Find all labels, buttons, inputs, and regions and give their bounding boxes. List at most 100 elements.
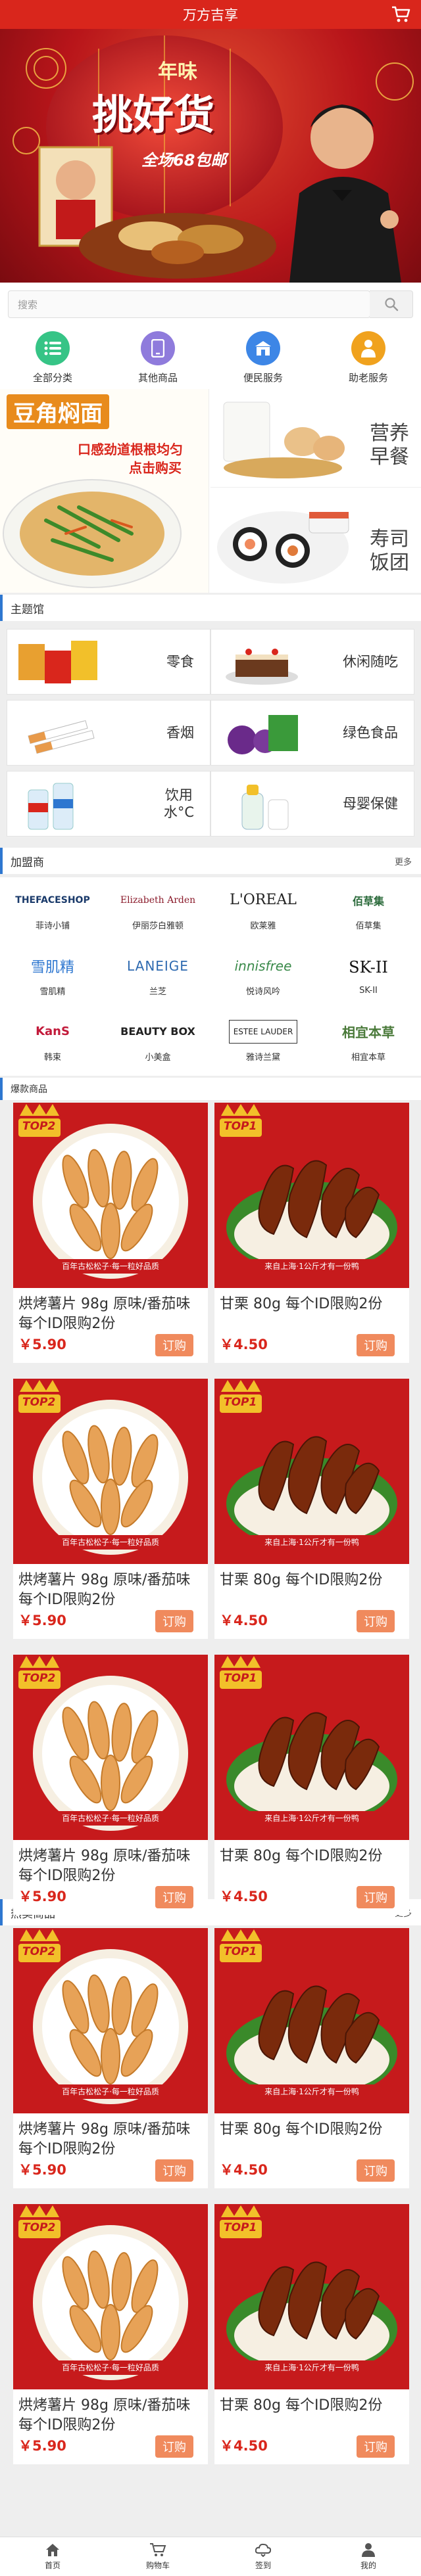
brand-name: 雪肌精 bbox=[39, 986, 66, 997]
product-price: ￥4.50 bbox=[220, 1613, 268, 1628]
theme-item-label: 香烟 bbox=[166, 724, 194, 741]
product-slogan: 百年古松松子·每一粒好品质 bbox=[62, 2087, 159, 2096]
brand-item[interactable]: ESTEE LAUDER 雅诗兰黛 bbox=[210, 1011, 316, 1070]
category-label: 全部分类 bbox=[32, 371, 72, 384]
category-all[interactable]: 全部分类 bbox=[0, 326, 105, 389]
product-name[interactable]: 烘烤薯片 98g 原味/番茄味 每个ID限购2份 bbox=[18, 1571, 203, 1610]
product-card[interactable]: TOP1 来自上海·1公斤才有一份鸭 甘栗 80g 每个ID限购2份 ￥4.50… bbox=[214, 1379, 409, 1639]
product-name[interactable]: 甘栗 80g 每个ID限购2份 bbox=[220, 2396, 404, 2416]
promo-breakfast-line2: 早餐 bbox=[370, 446, 409, 469]
product-name[interactable]: 烘烤薯片 98g 原味/番茄味 每个ID限购2份 bbox=[18, 1295, 203, 1334]
order-button[interactable]: 订购 bbox=[155, 1886, 193, 1908]
product-card[interactable]: TOP1 来自上海·1公斤才有一份鸭 甘栗 80g 每个ID限购2份 ￥4.50… bbox=[214, 2204, 409, 2464]
order-button[interactable]: 订购 bbox=[357, 2159, 395, 2182]
tab-mine[interactable]: 我的 bbox=[316, 2537, 421, 2576]
theme-item-snacks[interactable]: 零食 bbox=[7, 629, 210, 695]
theme-section-title: 主题馆 bbox=[11, 603, 44, 616]
product-price: ￥4.50 bbox=[220, 1337, 268, 1352]
product-price: ￥5.90 bbox=[18, 2438, 66, 2454]
theme-item-green[interactable]: 绿色食品 bbox=[210, 700, 414, 766]
product-rank: TOP2 bbox=[22, 1672, 56, 1685]
product-rank: TOP1 bbox=[224, 1120, 257, 1133]
order-button[interactable]: 订购 bbox=[155, 2435, 193, 2458]
product-name[interactable]: 甘栗 80g 每个ID限购2份 bbox=[220, 1295, 404, 1314]
category-elderly[interactable]: 助老服务 bbox=[316, 326, 421, 389]
search-button[interactable] bbox=[370, 290, 413, 318]
hot-section-title: 爆款商品 bbox=[11, 1084, 47, 1095]
order-button[interactable]: 订购 bbox=[155, 2159, 193, 2182]
product-card[interactable]: TOP1 来自上海·1公斤才有一份鸭 甘栗 80g 每个ID限购2份 ￥4.50… bbox=[214, 1103, 409, 1363]
product-slogan: 百年古松松子·每一粒好品质 bbox=[62, 1814, 159, 1823]
brand-item[interactable]: Elizabeth Arden 伊丽莎白雅顿 bbox=[105, 880, 210, 939]
brand-name: 相宜本草 bbox=[351, 1052, 385, 1063]
brand-name: 雅诗兰黛 bbox=[245, 1052, 280, 1063]
building-icon bbox=[246, 331, 280, 365]
promo-breakfast[interactable]: 营养 早餐 bbox=[210, 389, 421, 488]
product-image: TOP1 来自上海·1公斤才有一份鸭 bbox=[214, 2204, 409, 2389]
category-service[interactable]: 便民服务 bbox=[210, 326, 316, 389]
product-name[interactable]: 烘烤薯片 98g 原味/番茄味 每个ID限购2份 bbox=[18, 1847, 203, 1886]
product-price: ￥5.90 bbox=[18, 1889, 66, 1904]
product-price: ￥5.90 bbox=[18, 1337, 66, 1352]
product-card[interactable]: TOP2 百年古松松子·每一粒好品质 烘烤薯片 98g 原味/番茄味 每个ID限… bbox=[13, 2204, 208, 2464]
search-input[interactable]: 搜索 bbox=[8, 290, 370, 318]
vegetables-image bbox=[228, 715, 298, 754]
category-other[interactable]: 其他商品 bbox=[105, 326, 210, 389]
order-button[interactable]: 订购 bbox=[357, 1886, 395, 1908]
promo-noodle[interactable]: 豆角焖面 口感劲道根根均匀 点击购买 bbox=[0, 389, 209, 593]
product-card[interactable]: TOP1 来自上海·1公斤才有一份鸭 甘栗 80g 每个ID限购2份 ￥4.50… bbox=[214, 1655, 409, 1915]
product-name[interactable]: 烘烤薯片 98g 原味/番茄味 每个ID限购2份 bbox=[18, 2120, 203, 2159]
product-card[interactable]: TOP2 百年古松松子·每一粒好品质 烘烤薯片 98g 原味/番茄味 每个ID限… bbox=[13, 1379, 208, 1639]
brand-item[interactable]: L'OREAL 欧莱雅 bbox=[210, 880, 316, 939]
brand-logo: SK-II bbox=[349, 957, 388, 977]
tab-home[interactable]: 首页 bbox=[0, 2537, 105, 2576]
product-image: TOP2 百年古松松子·每一粒好品质 bbox=[13, 1379, 208, 1564]
product-card[interactable]: TOP2 百年古松松子·每一粒好品质 烘烤薯片 98g 原味/番茄味 每个ID限… bbox=[13, 1928, 208, 2188]
product-name[interactable]: 甘栗 80g 每个ID限购2份 bbox=[220, 2120, 404, 2140]
product-card[interactable]: TOP2 百年古松松子·每一粒好品质 烘烤薯片 98g 原味/番茄味 每个ID限… bbox=[13, 1103, 208, 1363]
product-slogan: 百年古松松子·每一粒好品质 bbox=[62, 1262, 159, 1271]
product-slogan: 来自上海·1公斤才有一份鸭 bbox=[264, 1814, 359, 1823]
brand-item[interactable]: KanS 韩束 bbox=[0, 1011, 105, 1070]
order-button[interactable]: 订购 bbox=[357, 2435, 395, 2458]
category-label: 便民服务 bbox=[243, 371, 283, 384]
brands-grid: THEFACESHOP 菲诗小铺 Elizabeth Arden 伊丽莎白雅顿 … bbox=[0, 877, 421, 1076]
brand-item[interactable]: BEAUTY BOX 小美盒 bbox=[105, 1011, 210, 1070]
brand-name: 悦诗风吟 bbox=[245, 986, 280, 997]
product-price: ￥4.50 bbox=[220, 2438, 268, 2454]
theme-item-label: 零食 bbox=[166, 653, 194, 670]
theme-item-baby[interactable]: 母婴保健 bbox=[210, 771, 414, 837]
label-line: 饮用 bbox=[164, 787, 193, 803]
brand-logo: 佰草集 bbox=[352, 894, 384, 908]
product-card[interactable]: TOP2 百年古松松子·每一粒好品质 烘烤薯片 98g 原味/番茄味 每个ID限… bbox=[13, 1655, 208, 1915]
theme-item-cigarettes[interactable]: 香烟 bbox=[7, 700, 210, 766]
brand-item[interactable]: LANEIGE 兰芝 bbox=[105, 946, 210, 1005]
tab-checkin[interactable]: 签到 bbox=[210, 2537, 316, 2576]
product-name[interactable]: 甘栗 80g 每个ID限购2份 bbox=[220, 1571, 404, 1590]
order-button[interactable]: 订购 bbox=[357, 1610, 395, 1632]
bottom-tabbar: 首页 购物车 签到 我的 bbox=[0, 2537, 421, 2576]
order-button[interactable]: 订购 bbox=[155, 1334, 193, 1356]
brands-more-link[interactable]: 更多 bbox=[395, 855, 412, 867]
brand-item[interactable]: 佰草集 佰草集 bbox=[316, 880, 421, 939]
brand-item[interactable]: innisfree 悦诗风吟 bbox=[210, 946, 316, 1005]
product-name[interactable]: 烘烤薯片 98g 原味/番茄味 每个ID限购2份 bbox=[18, 2396, 203, 2435]
tab-cart[interactable]: 购物车 bbox=[105, 2537, 210, 2576]
brand-item[interactable]: 雪肌精 雪肌精 bbox=[0, 946, 105, 1005]
person-icon bbox=[351, 331, 385, 365]
promo-sushi[interactable]: 寿司 饭团 bbox=[210, 488, 421, 593]
product-name[interactable]: 甘栗 80g 每个ID限购2份 bbox=[220, 1847, 404, 1866]
promo-banner[interactable]: 年味 挑好货 全场68包邮 bbox=[0, 29, 421, 283]
theme-item-casual[interactable]: 休闲随吃 bbox=[210, 629, 414, 695]
brand-name: 菲诗小铺 bbox=[35, 921, 70, 931]
product-card[interactable]: TOP1 来自上海·1公斤才有一份鸭 甘栗 80g 每个ID限购2份 ￥4.50… bbox=[214, 1928, 409, 2188]
theme-item-water[interactable]: 饮用 水°C bbox=[7, 771, 210, 837]
brand-item[interactable]: THEFACESHOP 菲诗小铺 bbox=[0, 880, 105, 939]
order-button[interactable]: 订购 bbox=[155, 1610, 193, 1632]
brand-item[interactable]: SK-II SK-II bbox=[316, 946, 421, 1005]
app-header: 万方吉享 bbox=[0, 0, 421, 29]
brand-logo: ESTEE LAUDER bbox=[228, 1019, 298, 1044]
order-button[interactable]: 订购 bbox=[357, 1334, 395, 1356]
brand-item[interactable]: 相宜本草 相宜本草 bbox=[316, 1011, 421, 1070]
cart-icon[interactable] bbox=[391, 5, 412, 24]
